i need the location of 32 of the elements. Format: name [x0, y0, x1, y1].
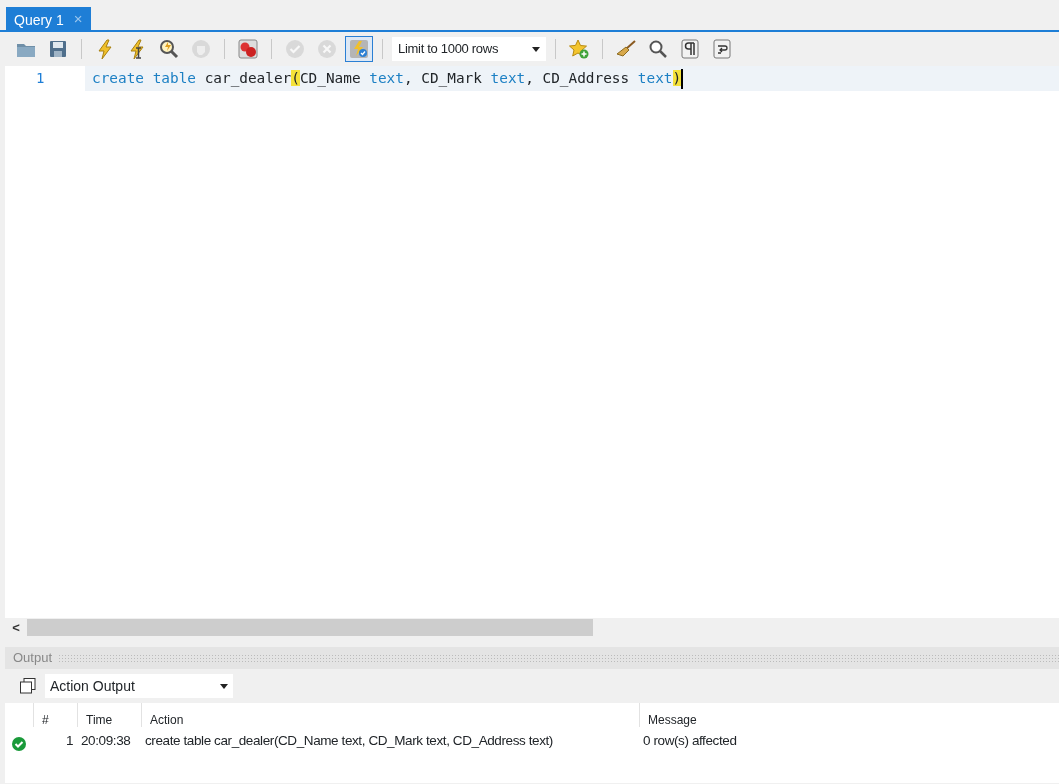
table-cell-text: 0 row(s) affected [642, 732, 738, 750]
output-title: Output [13, 649, 53, 668]
column-header[interactable]: # [33, 703, 77, 727]
dropdown-caret-icon [220, 683, 228, 689]
query-tab[interactable]: Query 1 × [6, 7, 91, 32]
check-icon [284, 38, 306, 60]
stop-on-error-icon [237, 38, 259, 60]
row-limit-dropdown[interactable]: Limit to 1000 rows [392, 37, 546, 61]
dropdown-value: Limit to 1000 rows [398, 40, 499, 59]
column-header[interactable]: Action [141, 703, 639, 727]
output-type-dropdown[interactable]: Action Output [45, 674, 233, 698]
table-cell-text: create table car_dealer(CD_Name text, CD_Mark text, CD_Address text) [144, 732, 554, 750]
pilcrow-icon [679, 38, 701, 60]
scroll-left-button[interactable]: < [5, 617, 27, 638]
word-wrap-icon [711, 38, 733, 60]
search-icon [647, 38, 669, 60]
column-header[interactable]: Time [77, 703, 141, 727]
table-cell-text: 20:09:38 [80, 732, 132, 750]
table-cell-text: 1 [64, 732, 74, 750]
autocommit-icon [348, 38, 370, 60]
dropdown-value: Action Output [50, 676, 135, 696]
copy-icon[interactable] [19, 677, 37, 695]
broom-icon [615, 38, 637, 60]
star-add-icon [568, 38, 590, 60]
dropdown-caret-icon [532, 46, 540, 52]
magnifier-lightning-icon [158, 38, 180, 60]
cancel-icon [316, 38, 338, 60]
line-number: 1 [35, 69, 46, 88]
save-icon [47, 38, 69, 60]
autocommit-button[interactable] [345, 36, 373, 62]
column-header[interactable]: Message [639, 703, 1059, 727]
scrollbar-thumb[interactable] [27, 619, 593, 636]
